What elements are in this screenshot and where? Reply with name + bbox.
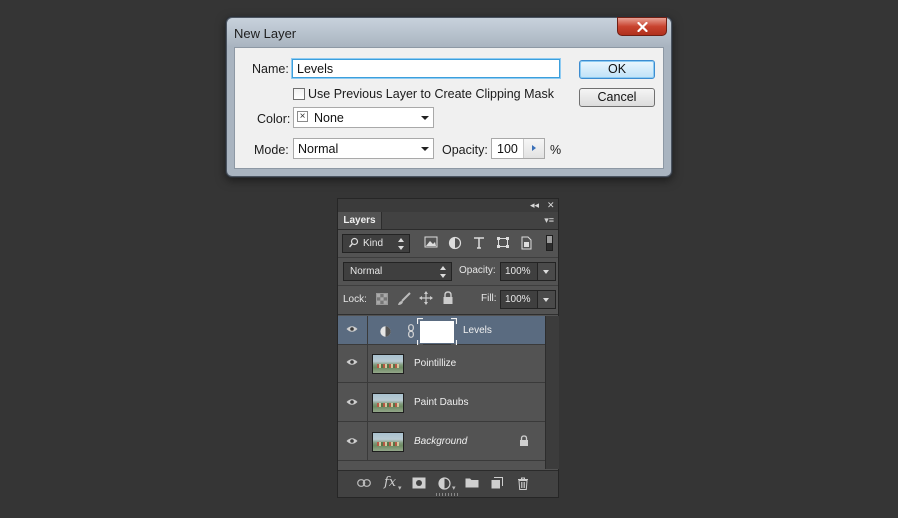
adjustment-layer-filter-icon[interactable] bbox=[448, 236, 464, 250]
close-button[interactable] bbox=[617, 17, 667, 36]
filter-toggle-switch[interactable] bbox=[546, 235, 553, 251]
dialog-title: New Layer bbox=[234, 26, 297, 41]
dropdown-indicator: ▾ bbox=[452, 485, 456, 492]
name-input[interactable] bbox=[292, 59, 560, 78]
blend-mode-select[interactable]: Normal bbox=[343, 262, 452, 281]
layer-thumbnail[interactable] bbox=[372, 354, 404, 374]
panel-header[interactable]: ◂◂ ✕ bbox=[338, 199, 558, 212]
ok-button[interactable]: OK bbox=[579, 60, 655, 79]
opacity-field[interactable]: 100 bbox=[491, 138, 545, 159]
pixel-layer-filter-icon[interactable] bbox=[424, 236, 440, 250]
layer-mask-thumbnail[interactable] bbox=[417, 318, 457, 346]
updown-arrows-icon bbox=[440, 266, 447, 278]
divider bbox=[338, 257, 558, 258]
filter-kind-value: Kind bbox=[363, 238, 384, 249]
chevron-down-icon bbox=[421, 116, 429, 120]
fill-field[interactable]: 100% bbox=[500, 290, 556, 309]
color-label: Color: bbox=[257, 112, 291, 126]
add-mask-icon[interactable] bbox=[412, 477, 426, 489]
panel-tab-row: Layers ▾≡ bbox=[338, 212, 558, 230]
dialog-titlebar[interactable]: New Layer bbox=[227, 17, 671, 46]
resize-grip[interactable] bbox=[436, 493, 458, 496]
chevron-down-icon bbox=[421, 147, 429, 151]
eye-icon bbox=[346, 359, 358, 365]
search-icon bbox=[348, 237, 359, 248]
layer-row-pointillize[interactable]: Pointillize bbox=[338, 345, 545, 383]
clipping-mask-label[interactable]: Use Previous Layer to Create Clipping Ma… bbox=[308, 87, 554, 101]
layer-name[interactable]: Pointillize bbox=[414, 358, 456, 369]
mode-value: Normal bbox=[298, 142, 339, 156]
new-adjustment-layer-icon[interactable] bbox=[438, 477, 451, 490]
new-group-folder-icon[interactable] bbox=[465, 477, 479, 488]
blend-mode-value: Normal bbox=[350, 266, 383, 277]
panel-bottom-toolbar: fx ▾ ▾ bbox=[338, 470, 558, 497]
visibility-toggle[interactable] bbox=[338, 316, 368, 344]
chevron-down-icon[interactable] bbox=[537, 263, 555, 280]
filter-kind-select[interactable]: Kind bbox=[342, 234, 410, 253]
panel-opacity-label[interactable]: Opacity: bbox=[459, 265, 496, 276]
fill-label[interactable]: Fill: bbox=[481, 293, 497, 304]
fill-value: 100% bbox=[505, 294, 531, 305]
close-icon bbox=[636, 21, 648, 32]
lock-label: Lock: bbox=[343, 294, 367, 305]
layers-panel: ◂◂ ✕ Layers ▾≡ Kind Normal Opacity: 100%… bbox=[337, 198, 559, 498]
opacity-unit: % bbox=[550, 143, 562, 157]
dropdown-indicator: ▾ bbox=[398, 485, 402, 492]
mode-label: Mode: bbox=[254, 143, 289, 157]
trash-icon[interactable] bbox=[517, 477, 529, 490]
lock-icon bbox=[520, 435, 528, 446]
layers-scrollbar[interactable] bbox=[545, 316, 559, 469]
collapse-icon[interactable]: ◂◂ bbox=[530, 200, 539, 211]
close-icon[interactable]: ✕ bbox=[547, 200, 555, 211]
eye-icon bbox=[346, 326, 358, 332]
new-layer-icon[interactable] bbox=[491, 477, 503, 489]
layer-row-paint-daubs[interactable]: Paint Daubs bbox=[338, 383, 545, 422]
opacity-label: Opacity: bbox=[442, 143, 488, 157]
opacity-value: 100 bbox=[497, 142, 518, 156]
layer-row-background[interactable]: Background bbox=[338, 422, 545, 461]
divider bbox=[338, 314, 558, 315]
new-layer-dialog: New Layer Name: Use Previous Layer to Cr… bbox=[226, 17, 672, 177]
lock-all-icon[interactable] bbox=[442, 291, 454, 305]
layer-thumbnail[interactable] bbox=[372, 432, 404, 452]
adjustment-layer-icon[interactable] bbox=[379, 325, 392, 338]
smart-object-filter-icon[interactable] bbox=[520, 236, 536, 250]
layers-list: Levels Pointillize Paint Daubs Backgroun… bbox=[338, 316, 545, 469]
eye-icon bbox=[346, 438, 358, 444]
layer-thumbnail[interactable] bbox=[372, 393, 404, 413]
type-layer-filter-icon[interactable] bbox=[472, 236, 488, 250]
visibility-toggle[interactable] bbox=[338, 422, 368, 460]
opacity-slider-button[interactable] bbox=[523, 139, 544, 158]
layer-name[interactable]: Levels bbox=[463, 325, 492, 336]
lock-position-icon[interactable] bbox=[419, 291, 433, 305]
layer-name[interactable]: Paint Daubs bbox=[414, 397, 468, 408]
fx-icon[interactable]: fx bbox=[384, 475, 396, 490]
name-label: Name: bbox=[252, 62, 289, 76]
visibility-toggle[interactable] bbox=[338, 345, 368, 382]
clipping-mask-checkbox[interactable] bbox=[293, 88, 305, 100]
dialog-content: Name: Use Previous Layer to Create Clipp… bbox=[234, 47, 664, 169]
lock-transparent-pixels-icon[interactable] bbox=[376, 293, 388, 305]
color-select[interactable]: × None bbox=[293, 107, 434, 128]
cancel-button[interactable]: Cancel bbox=[579, 88, 655, 107]
chevron-down-icon[interactable] bbox=[537, 291, 555, 308]
panel-menu-icon[interactable]: ▾≡ bbox=[544, 215, 554, 226]
color-value: None bbox=[314, 111, 344, 125]
updown-arrows-icon bbox=[398, 238, 405, 250]
no-color-swatch-icon: × bbox=[297, 111, 308, 122]
eye-icon bbox=[346, 399, 358, 405]
visibility-toggle[interactable] bbox=[338, 383, 368, 421]
link-layers-icon[interactable] bbox=[357, 479, 371, 487]
layer-name[interactable]: Background bbox=[414, 436, 467, 447]
layer-row-levels[interactable]: Levels bbox=[338, 316, 545, 346]
link-icon[interactable] bbox=[408, 324, 414, 338]
panel-opacity-value: 100% bbox=[505, 266, 531, 277]
shape-layer-filter-icon[interactable] bbox=[496, 236, 512, 250]
tab-layers[interactable]: Layers bbox=[338, 212, 382, 229]
lock-image-pixels-icon[interactable] bbox=[396, 292, 412, 306]
divider bbox=[338, 285, 558, 286]
mode-select[interactable]: Normal bbox=[293, 138, 434, 159]
panel-opacity-field[interactable]: 100% bbox=[500, 262, 556, 281]
